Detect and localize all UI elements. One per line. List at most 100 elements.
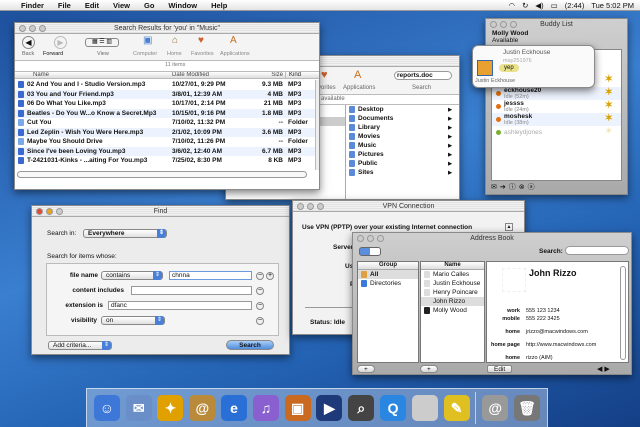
mail-dock-icon[interactable]: ✉ — [125, 395, 152, 421]
menu-finder[interactable]: Finder — [14, 1, 51, 10]
computer-icon[interactable]: ▣ — [143, 35, 152, 46]
close-button[interactable] — [36, 208, 43, 215]
remove-criterion-button[interactable]: − — [256, 317, 264, 325]
title-bar[interactable]: Buddy List — [486, 19, 627, 30]
file-row[interactable]: Beatles - Do You W...o Know a Secret.Mp3… — [15, 108, 315, 118]
file-row[interactable]: 03 You and Your Friend.mp3 3/8/01, 12:39 … — [15, 89, 315, 99]
battery-icon[interactable]: ▭ — [551, 1, 558, 10]
file-name-value[interactable]: chnna — [169, 271, 252, 280]
add-criterion-button[interactable]: + — [266, 272, 274, 280]
group-item-directories[interactable]: Directories — [358, 279, 418, 288]
folder-item[interactable]: Sites ▶ — [346, 168, 459, 177]
visibility-popup[interactable]: on — [101, 316, 165, 325]
field-value[interactable]: rizzo (AIM) — [526, 355, 553, 361]
applications-icon[interactable]: A — [354, 69, 361, 81]
zoom-button[interactable] — [56, 208, 63, 215]
battery-time[interactable]: (2:44) — [565, 1, 585, 10]
add-person-button[interactable]: + — [420, 365, 438, 373]
applications-label[interactable]: Applications — [220, 51, 250, 57]
favorites-icon[interactable]: ♥ — [198, 35, 204, 46]
title-bar[interactable]: Find — [32, 206, 289, 217]
file-row[interactable]: Cut You 7/10/02, 11:32 PM -- Folder — [15, 118, 315, 128]
search-field[interactable]: reports.doc — [394, 71, 452, 80]
block-icon[interactable]: ⊗ — [519, 184, 528, 191]
system-preferences-dock-icon[interactable] — [411, 395, 438, 421]
favorites-icon[interactable]: ♥ — [321, 69, 328, 81]
itunes-dock-icon[interactable]: ♫ — [252, 395, 279, 421]
field-value[interactable]: jrizzo@macwindows.com — [526, 329, 588, 335]
selected-column-item[interactable] — [316, 117, 345, 126]
remove-criterion-button[interactable]: − — [256, 287, 264, 295]
remove-criterion-button[interactable]: − — [256, 272, 264, 280]
home-label[interactable]: Home — [167, 51, 182, 57]
view-toggle[interactable] — [359, 247, 381, 256]
remove-criterion-button[interactable]: − — [256, 302, 264, 310]
folder-item[interactable]: Movies ▶ — [346, 132, 459, 141]
volume-icon[interactable]: ◀) — [535, 1, 543, 10]
title-bar[interactable]: VPN Connection — [293, 201, 524, 212]
address-book-dock-icon[interactable]: @ — [189, 395, 216, 421]
buddy-item[interactable]: moshesk Idle (38m) ✶ — [492, 113, 621, 126]
script-editor-dock-icon[interactable]: ✎ — [443, 395, 470, 421]
file-name-operator[interactable]: contains — [101, 271, 163, 280]
folder-item[interactable]: Pictures ▶ — [346, 150, 459, 159]
back-button[interactable]: ◀ — [22, 36, 35, 49]
group-item-all[interactable]: All — [358, 270, 418, 279]
previous-card-button[interactable]: ◀ ▶ — [597, 365, 610, 373]
buddy-item[interactable]: eckhouse20 Idle (52m) ✶ — [492, 87, 621, 100]
sherlock-dock-icon[interactable]: ⌕ — [348, 395, 375, 421]
home-icon[interactable]: ⌂ — [172, 35, 178, 46]
content-includes-value[interactable] — [131, 286, 252, 295]
title-bar[interactable]: Search Results for 'you' in "Music" — [15, 23, 319, 34]
folder-item[interactable]: Desktop ▶ — [346, 105, 459, 114]
add-group-button[interactable]: + — [357, 365, 375, 373]
extension-value[interactable]: dfanc — [108, 301, 252, 310]
file-row[interactable]: 06 Do What You Like.mp3 10/17/01, 2:14 PM… — [15, 99, 315, 109]
trash-dock-icon[interactable]: 🗑 — [514, 395, 541, 421]
column-kind[interactable]: Kind — [285, 72, 311, 78]
internet-explorer-dock-icon[interactable]: e — [221, 395, 248, 421]
finder-dock-icon[interactable]: ☺ — [93, 395, 120, 421]
contact-list-item[interactable]: Mario Calles — [421, 270, 484, 279]
folder-item[interactable]: Library ▶ — [346, 123, 459, 132]
field-value[interactable]: 555 123 1234 — [526, 308, 560, 314]
minimize-button[interactable] — [29, 25, 36, 32]
menu-window[interactable]: Window — [161, 1, 204, 10]
my-availability[interactable]: Available — [492, 37, 518, 44]
info-icon[interactable]: ⓘ — [509, 184, 519, 191]
vpn-disclosure-button[interactable]: ▲ — [505, 223, 513, 231]
quicktime-dock-icon[interactable]: Q — [380, 395, 407, 421]
send-im-icon[interactable]: ✉ — [491, 184, 500, 191]
view-segmented-control[interactable]: ▦ ☰ ▥ — [85, 38, 119, 47]
zoom-button[interactable] — [39, 25, 46, 32]
column-date[interactable]: Date Modified — [169, 72, 255, 78]
search-button[interactable]: Search — [226, 340, 274, 350]
file-row[interactable]: Led Zeplin - Wish You Were Here.mp3 2/1/0… — [15, 127, 315, 137]
internet-location-dock-icon[interactable]: @ — [482, 395, 509, 421]
search-field[interactable] — [565, 246, 629, 255]
ichat-dock-icon[interactable]: ✦ — [157, 395, 184, 421]
title-bar[interactable]: Address Book — [353, 233, 631, 244]
field-value[interactable]: 555 222 3425 — [526, 316, 560, 322]
menu-edit[interactable]: Edit — [78, 1, 106, 10]
computer-label[interactable]: Computer — [133, 51, 157, 57]
vertical-scrollbar[interactable] — [315, 80, 319, 170]
applications-icon[interactable]: A — [230, 35, 237, 46]
add-criteria-popup[interactable]: Add criteria... — [48, 341, 112, 350]
field-value[interactable]: http://www.macwindows.com — [526, 342, 596, 348]
file-row[interactable]: Since I've been Loving You.mp3 3/6/02, 12… — [15, 146, 315, 156]
forward-button[interactable]: ▶ — [54, 36, 67, 49]
contact-list-item[interactable]: Molly Wood — [421, 306, 484, 315]
folder-item[interactable]: Music ▶ — [346, 141, 459, 150]
file-row[interactable]: T-2421031-Kinks - ...aiting For You.mp3 7… — [15, 156, 315, 166]
chat-icon[interactable]: ➔ — [500, 184, 509, 191]
close-button[interactable] — [19, 25, 26, 32]
card-scrollbar[interactable] — [620, 266, 626, 360]
edit-button[interactable]: Edit — [487, 365, 513, 373]
applications-label[interactable]: Applications — [343, 85, 375, 91]
menu-go[interactable]: Go — [137, 1, 161, 10]
menu-file[interactable]: File — [51, 1, 78, 10]
my-status[interactable]: Molly Wood Available — [492, 30, 528, 44]
column-size[interactable]: Size — [255, 72, 285, 78]
add-buddy-icon[interactable]: ⓐ — [528, 184, 538, 191]
